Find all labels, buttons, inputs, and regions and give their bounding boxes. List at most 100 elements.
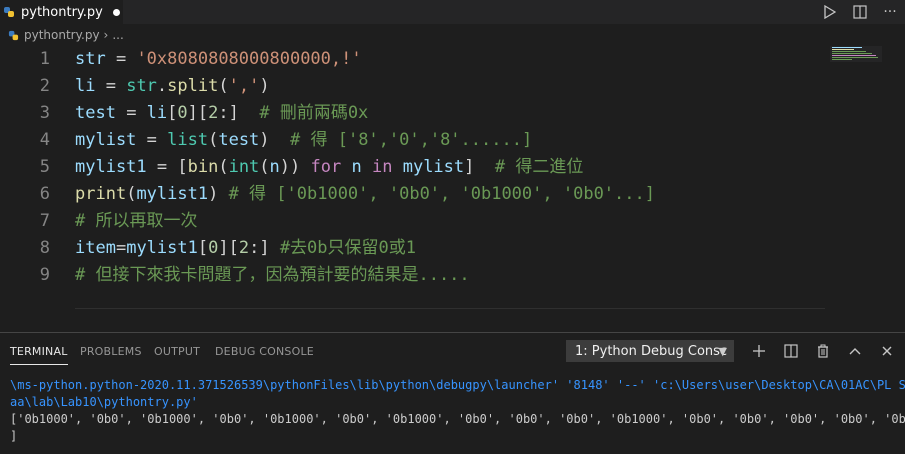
trash-icon[interactable]: [812, 340, 834, 362]
code-token: ]: [464, 157, 495, 177]
code-token: mylist1: [136, 184, 209, 204]
code-token: # 所以再取一次: [75, 211, 198, 231]
new-terminal-icon[interactable]: [748, 340, 770, 362]
code-token: ',': [228, 76, 260, 96]
code-token: :]: [218, 103, 260, 123]
code-token: ][: [187, 103, 209, 123]
tab-title: pythontry.py: [21, 4, 103, 20]
terminal-line: ]: [10, 429, 18, 443]
breadcrumb: pythontry.py › ...: [0, 24, 905, 46]
code-token: (: [208, 130, 219, 150]
code-line[interactable]: 2 li = str.split(','): [0, 73, 830, 100]
code-token: mylist1: [75, 157, 147, 177]
code-token: # 得 ['0b1000', '0b0', '0b1000', '0b0'...…: [228, 184, 655, 204]
code-token: mylist: [75, 130, 137, 150]
code-token: in: [371, 157, 393, 177]
code-line[interactable]: 7 # 所以再取一次: [0, 208, 830, 235]
code-token: =: [136, 130, 168, 150]
code-text: li = str.split(','): [75, 73, 270, 100]
code-text: # 所以再取一次: [75, 208, 197, 235]
code-token: str: [75, 49, 106, 69]
code-token: =: [95, 76, 127, 96]
code-token: 2: [238, 238, 250, 258]
editor-actions: ···: [815, 0, 905, 24]
code-line[interactable]: 6 print(mylist1) # 得 ['0b1000', '0b0', '0…: [0, 181, 830, 208]
code-token: li: [146, 103, 168, 123]
line-number: 7: [39, 211, 50, 231]
code-token: ): [208, 184, 229, 204]
code-line[interactable]: 5 mylist1 = [bin(int(n)) for n in mylist]…: [0, 154, 830, 181]
current-line-indicator: [75, 308, 825, 309]
line-number: 5: [39, 157, 50, 177]
code-token: )): [279, 157, 311, 177]
line-number: 8: [39, 238, 50, 258]
code-token: # 得 ['8','0','8'......]: [290, 130, 533, 150]
breadcrumb-separator: ›: [103, 28, 109, 42]
terminal-line: \ms-python.python-2020.11.371526539\pyth…: [10, 378, 905, 392]
line-number: 2: [39, 76, 50, 96]
tab-terminal[interactable]: TERMINAL: [10, 333, 68, 371]
code-token: # 刪前兩碼0x: [259, 103, 369, 123]
code-line[interactable]: 1 str = '0x8080808000800000,!': [0, 46, 830, 73]
python-file-icon: [8, 30, 19, 40]
code-token: 0: [208, 238, 219, 258]
python-file-icon: [4, 7, 14, 17]
code-token: :]: [249, 238, 280, 258]
code-token: #去0b只保留0或1: [279, 238, 416, 258]
code-token: ][: [218, 238, 239, 258]
code-token: .: [156, 76, 168, 96]
code-token: n: [351, 157, 362, 177]
split-editor-icon[interactable]: [845, 0, 875, 24]
code-text: item=mylist1[0][2:] #去0b只保留0或1: [75, 235, 416, 262]
code-token: bin: [187, 157, 219, 177]
code-token: = [: [146, 157, 188, 177]
code-text: str = '0x8080808000800000,!': [75, 46, 362, 73]
code-editor[interactable]: 1 str = '0x8080808000800000,!' 2 li = str.s…: [0, 46, 905, 332]
terminal-select-value: 1: Python Debug Consc: [575, 344, 728, 359]
code-token: =: [115, 103, 147, 123]
line-number: 3: [39, 103, 50, 123]
maximize-panel-icon[interactable]: [844, 340, 866, 362]
run-icon[interactable]: [815, 0, 845, 24]
tab-problems[interactable]: PROBLEMS: [80, 333, 142, 371]
code-token: ): [259, 76, 270, 96]
code-token: li: [75, 76, 96, 96]
terminal-output[interactable]: \ms-python.python-2020.11.371526539\pyth…: [10, 377, 905, 445]
code-token: (: [259, 157, 270, 177]
breadcrumb-more[interactable]: ...: [112, 28, 123, 42]
terminal-line: aa\lab\Lab10\pythontry.py': [10, 395, 198, 409]
terminal-line: ['0b1000', '0b0', '0b1000', '0b0', '0b10…: [10, 412, 905, 426]
code-token: # 但接下來我卡問題了，因為預計要的結果是.....: [75, 265, 470, 285]
split-terminal-icon[interactable]: [780, 340, 802, 362]
unsaved-dot-icon[interactable]: [112, 8, 120, 16]
code-token: 0: [177, 103, 188, 123]
minimap[interactable]: [830, 46, 882, 62]
chevron-down-icon: ▼: [718, 345, 727, 358]
code-text: print(mylist1) # 得 ['0b1000', '0b0', '0b…: [75, 181, 655, 208]
tab-output[interactable]: OUTPUT: [154, 333, 200, 371]
code-text: mylist = list(test) # 得 ['8','0','8'....…: [75, 127, 532, 154]
code-token: =: [105, 49, 137, 69]
editor-tab-bar: pythontry.py ···: [0, 0, 905, 24]
code-token: int: [228, 157, 260, 177]
code-token: list: [167, 130, 209, 150]
tab-debug-console[interactable]: DEBUG CONSOLE: [215, 333, 314, 371]
code-token: [: [197, 238, 209, 258]
code-token: item: [75, 238, 116, 258]
code-line[interactable]: 3 test = li[0][2:] # 刪前兩碼0x: [0, 100, 830, 127]
code-line[interactable]: 4 mylist = list(test) # 得 ['8','0','8'...…: [0, 127, 830, 154]
code-token: [: [167, 103, 178, 123]
more-actions-icon[interactable]: ···: [875, 0, 905, 24]
terminal-select[interactable]: 1: Python Debug Consc ▼: [566, 340, 734, 362]
code-line[interactable]: 9 # 但接下來我卡問題了，因為預計要的結果是.....: [0, 262, 830, 289]
code-token: (: [218, 157, 229, 177]
line-number: 6: [39, 184, 50, 204]
code-token: '0x8080808000800000,!': [136, 49, 362, 69]
breadcrumb-file[interactable]: pythontry.py: [24, 28, 100, 42]
close-panel-icon[interactable]: [876, 340, 898, 362]
code-line[interactable]: 8 item=mylist1[0][2:] #去0b只保留0或1: [0, 235, 830, 262]
line-number: 4: [39, 130, 50, 150]
tab-pythontry[interactable]: pythontry.py: [0, 0, 123, 24]
